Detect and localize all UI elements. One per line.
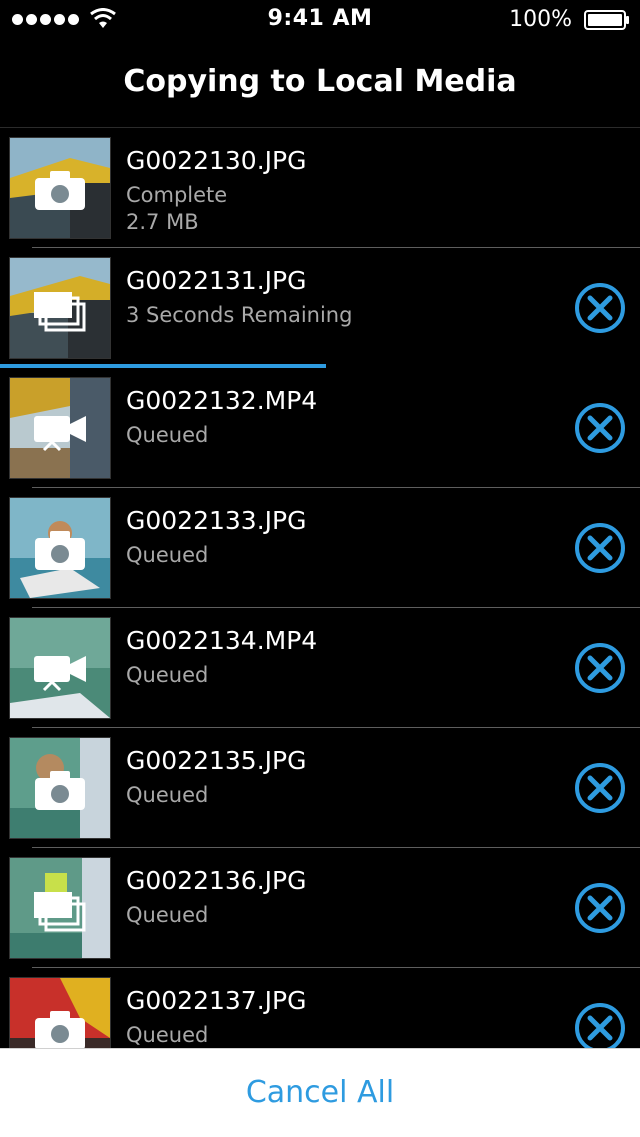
file-status: Queued — [126, 903, 209, 927]
file-name: G0022137.JPG — [126, 986, 307, 1015]
list-item: G0022133.JPG Queued — [0, 488, 640, 608]
cancel-item-button[interactable] — [574, 1002, 626, 1048]
thumbnail — [9, 857, 111, 959]
file-name: G0022135.JPG — [126, 746, 307, 775]
camera-icon — [35, 771, 85, 810]
file-status: Complete — [126, 183, 228, 207]
cancel-item-button[interactable] — [574, 882, 626, 934]
file-name: G0022134.MP4 — [126, 626, 318, 655]
battery-percentage: 100% — [509, 7, 572, 32]
file-status: Queued — [126, 663, 209, 687]
file-name: G0022132.MP4 — [126, 386, 318, 415]
burst-icon — [34, 292, 86, 332]
cancel-item-button[interactable] — [574, 522, 626, 574]
list-item: G0022134.MP4 Queued — [0, 608, 640, 728]
file-status: Queued — [126, 543, 209, 567]
cancel-item-button[interactable] — [574, 762, 626, 814]
list-item: G0022137.JPG Queued — [0, 968, 640, 1048]
list-item: G0022135.JPG Queued — [0, 728, 640, 848]
file-name: G0022131.JPG — [126, 266, 307, 295]
thumbnail — [9, 377, 111, 479]
camera-icon — [35, 1011, 85, 1048]
thumbnail — [9, 137, 111, 239]
thumbnail — [9, 737, 111, 839]
thumbnail — [9, 977, 111, 1048]
status-bar: 9:41 AM 100% — [0, 0, 640, 40]
file-status: Queued — [126, 783, 209, 807]
camera-icon — [35, 531, 85, 570]
file-name: G0022130.JPG — [126, 146, 307, 175]
cancel-item-button[interactable] — [574, 282, 626, 334]
file-status: 3 Seconds Remaining — [126, 303, 353, 327]
copy-queue-list[interactable]: G0022130.JPG Complete 2.7 MB G0022131.JP… — [0, 128, 640, 1048]
cancel-all-button[interactable]: Cancel All — [0, 1075, 640, 1110]
bottom-toolbar: Cancel All — [0, 1048, 640, 1137]
list-item: G0022132.MP4 Queued — [0, 368, 640, 488]
battery-icon — [584, 10, 629, 30]
page-title: Copying to Local Media — [123, 64, 517, 99]
thumbnail — [9, 617, 111, 719]
list-item: G0022136.JPG Queued — [0, 848, 640, 968]
thumbnail — [9, 497, 111, 599]
video-icon — [34, 656, 86, 692]
thumbnail — [9, 257, 111, 359]
list-item: G0022130.JPG Complete 2.7 MB — [0, 128, 640, 248]
file-name: G0022133.JPG — [126, 506, 307, 535]
list-item: G0022131.JPG 3 Seconds Remaining — [0, 248, 640, 368]
file-size: 2.7 MB — [126, 210, 199, 234]
video-icon — [34, 416, 86, 452]
cancel-item-button[interactable] — [574, 402, 626, 454]
file-status: Queued — [126, 423, 209, 447]
burst-icon — [34, 892, 86, 932]
file-name: G0022136.JPG — [126, 866, 307, 895]
file-status: Queued — [126, 1023, 209, 1047]
camera-icon — [35, 171, 85, 210]
cancel-item-button[interactable] — [574, 642, 626, 694]
